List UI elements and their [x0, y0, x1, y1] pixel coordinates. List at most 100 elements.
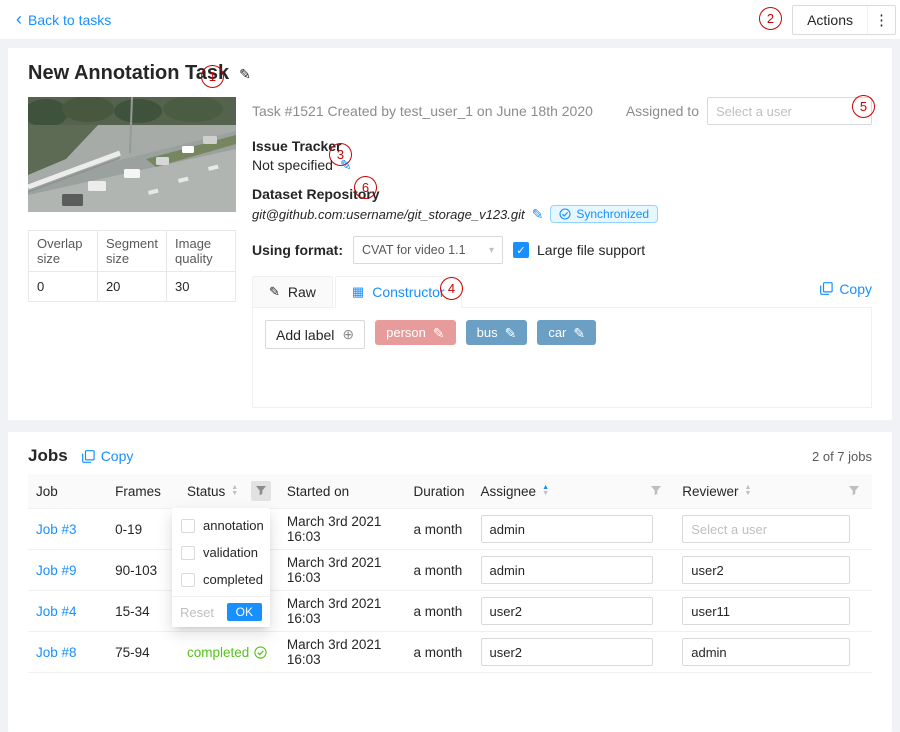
raw-tab-icon: ✎	[269, 284, 280, 300]
copy-labels-label: Copy	[839, 281, 872, 297]
filter-ok-button[interactable]: OK	[227, 603, 262, 621]
reviewer-sorter[interactable]: ▲ ▼	[745, 485, 752, 497]
job-link[interactable]: Job #3	[36, 522, 77, 537]
filter-option-annotation[interactable]: annotation	[172, 512, 270, 539]
jobs-card: Jobs Copy 2 of 7 jobs Job Frames Status	[8, 432, 892, 732]
status-sorter[interactable]: ▲ ▼	[231, 485, 238, 497]
check-circle-icon	[254, 646, 267, 659]
reviewer-input[interactable]	[682, 515, 850, 543]
assignee-select[interactable]	[707, 97, 872, 125]
filter-footer: Reset OK	[172, 596, 270, 627]
plus-circle-icon: ⊕	[342, 326, 354, 343]
assignee-input[interactable]	[481, 515, 653, 543]
reviewer-filter-button[interactable]	[844, 481, 864, 501]
funnel-icon	[848, 485, 860, 497]
copy-jobs-button[interactable]: Copy	[82, 448, 134, 464]
edit-label-icon[interactable]: ✎	[573, 326, 585, 340]
duration-value: a month	[413, 563, 462, 578]
reviewer-input[interactable]	[682, 556, 850, 584]
duration-value: a month	[413, 604, 462, 619]
label-chip-bus[interactable]: bus ✎	[466, 320, 528, 345]
duration-value: a month	[413, 522, 462, 537]
dataset-repository-section: Dataset Repository git@github.com:userna…	[252, 186, 872, 223]
job-row: Job #3 0-19 March 3rd 2021 16:03 a month	[28, 509, 872, 550]
assignee-input[interactable]	[481, 638, 653, 666]
issue-tracker-value: Not specified	[252, 157, 333, 173]
actions-button[interactable]: Actions ⋮	[792, 5, 896, 35]
issue-tracker-label: Issue Tracker	[252, 138, 872, 154]
back-to-tasks-label: Back to tasks	[28, 12, 111, 28]
tab-constructor[interactable]: ▦ Constructor	[335, 276, 462, 308]
assignee-input[interactable]	[481, 556, 653, 584]
tab-constructor-label: Constructor	[372, 284, 444, 300]
copy-icon	[820, 282, 833, 295]
param-value-overlap: 0	[29, 272, 98, 302]
copy-labels-button[interactable]: Copy	[820, 281, 872, 303]
format-row: Using format: CVAT for video 1.1 ▾ ✓ Lar…	[252, 236, 872, 264]
jobs-table-header-row: Job Frames Status ▲ ▼	[28, 474, 872, 509]
filter-option-completed[interactable]: completed	[172, 566, 270, 593]
constructor-tab-icon: ▦	[352, 284, 364, 300]
format-select[interactable]: CVAT for video 1.1 ▾	[353, 236, 503, 264]
checkbox-unchecked-icon[interactable]	[181, 546, 195, 560]
task-params-table: Overlap size Segment size Image quality …	[28, 230, 236, 302]
label-chip-car-name: car	[548, 325, 566, 340]
chevron-down-icon: ▾	[489, 245, 494, 256]
filter-option-label: completed	[203, 572, 263, 587]
col-frames: Frames	[107, 474, 179, 509]
assignee-filter-button[interactable]	[646, 481, 666, 501]
frames-value: 90-103	[115, 563, 157, 578]
label-chip-car[interactable]: car ✎	[537, 320, 596, 345]
started-value: March 3rd 2021 16:03	[287, 596, 382, 626]
col-assignee-label[interactable]: Assignee	[481, 484, 537, 499]
job-link[interactable]: Job #8	[36, 645, 77, 660]
funnel-icon	[255, 485, 267, 497]
status-filter-button[interactable]	[251, 481, 271, 501]
add-label-label: Add label	[276, 327, 334, 343]
edit-label-icon[interactable]: ✎	[505, 326, 517, 340]
label-chip-person[interactable]: person ✎	[375, 320, 455, 345]
edit-title-icon[interactable]: ✎	[239, 67, 251, 81]
col-status: Status ▲ ▼	[179, 474, 279, 509]
col-assignee: Assignee ▲ ▼	[473, 474, 675, 509]
reviewer-input[interactable]	[682, 638, 850, 666]
task-title: New Annotation Task	[28, 62, 229, 85]
param-header-quality: Image quality	[167, 231, 236, 272]
col-status-label[interactable]: Status	[187, 484, 225, 499]
started-value: March 3rd 2021 16:03	[287, 637, 382, 667]
assigned-to-group: Assigned to	[626, 97, 872, 125]
repository-url[interactable]: git@github.com:username/git_storage_v123…	[252, 207, 525, 222]
col-reviewer: Reviewer ▲ ▼	[674, 474, 872, 509]
filter-option-validation[interactable]: validation	[172, 539, 270, 566]
param-value-segment: 20	[97, 272, 166, 302]
edit-repository-icon[interactable]: ✎	[532, 207, 544, 221]
job-row: Job #9 90-103 March 3rd 2021 16:03 a mon…	[28, 550, 872, 591]
checkbox-unchecked-icon[interactable]	[181, 573, 195, 587]
filter-option-label: validation	[203, 545, 258, 560]
col-job: Job	[28, 474, 107, 509]
edit-issue-tracker-icon[interactable]: ✎	[340, 158, 352, 172]
checkbox-check-icon: ✓	[516, 244, 525, 257]
filter-reset-button[interactable]: Reset	[180, 605, 214, 620]
funnel-icon	[650, 485, 662, 497]
tab-raw[interactable]: ✎ Raw	[252, 276, 333, 308]
more-menu-icon[interactable]: ⋮	[867, 6, 895, 34]
checkbox-unchecked-icon[interactable]	[181, 519, 195, 533]
assignee-input[interactable]	[481, 597, 653, 625]
add-label-button[interactable]: Add label ⊕	[265, 320, 365, 349]
job-link[interactable]: Job #9	[36, 563, 77, 578]
assignee-sorter[interactable]: ▲ ▼	[542, 485, 549, 497]
large-file-support-checkbox[interactable]: ✓	[513, 242, 529, 258]
status-completed: completed	[187, 645, 267, 660]
edit-label-icon[interactable]: ✎	[433, 326, 445, 340]
task-body: Overlap size Segment size Image quality …	[28, 97, 872, 408]
back-to-tasks-link[interactable]: ‹ Back to tasks	[16, 12, 111, 28]
copy-jobs-label: Copy	[101, 448, 134, 464]
chevron-left-icon: ‹	[16, 10, 22, 28]
task-left-column: Overlap size Segment size Image quality …	[28, 97, 236, 408]
sort-down-icon: ▼	[542, 491, 549, 497]
col-reviewer-label[interactable]: Reviewer	[682, 484, 738, 499]
reviewer-input[interactable]	[682, 597, 850, 625]
param-header-overlap: Overlap size	[29, 231, 98, 272]
job-link[interactable]: Job #4	[36, 604, 77, 619]
